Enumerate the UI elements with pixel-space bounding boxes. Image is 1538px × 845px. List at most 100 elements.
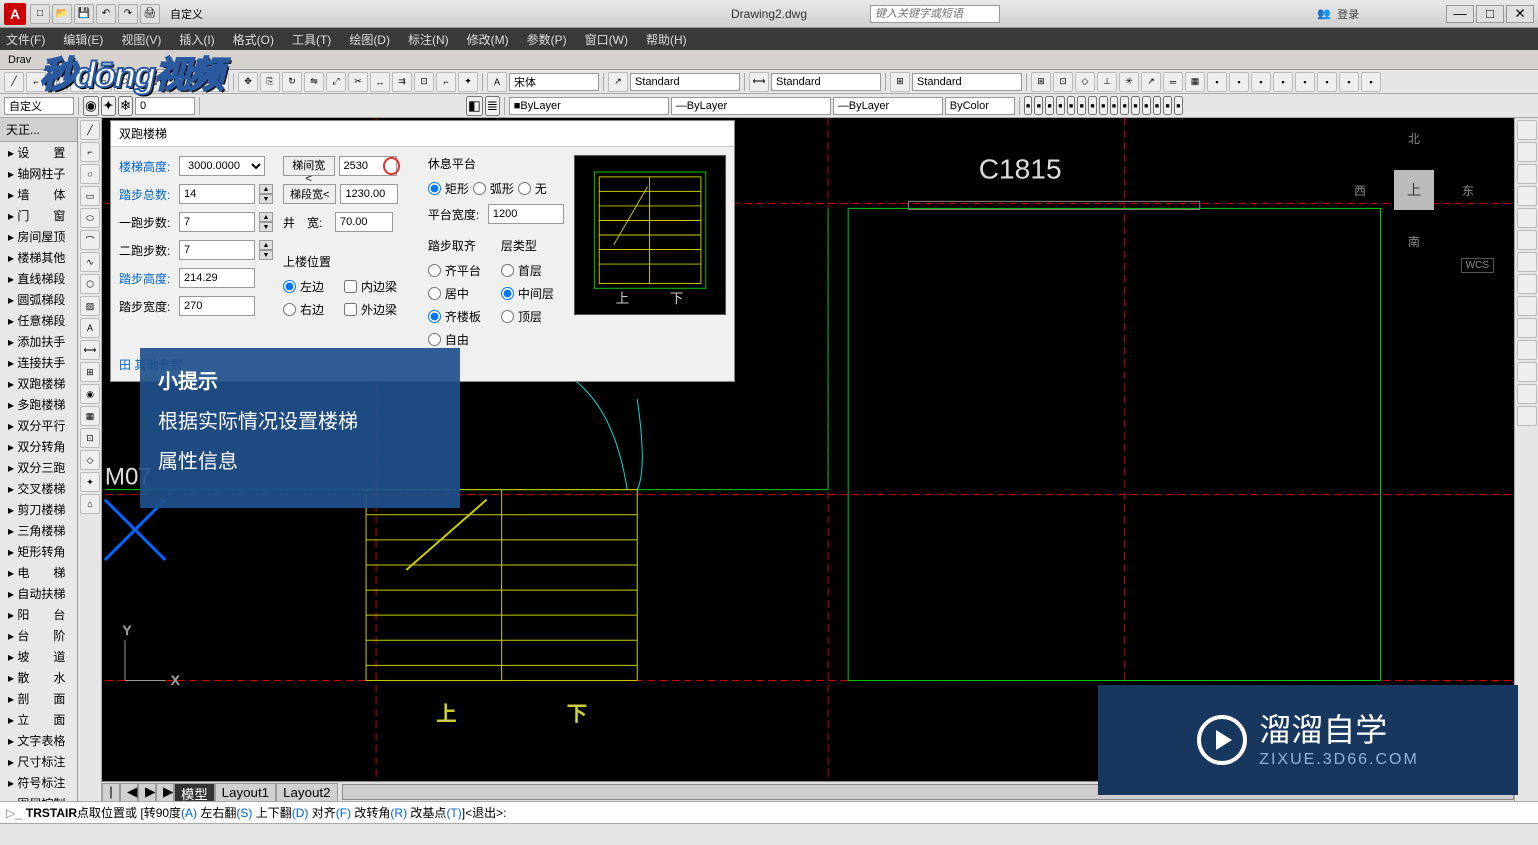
sidebar-item-25[interactable]: ▸ 散 水 [0, 667, 77, 688]
menu-edit[interactable]: 编辑(E) [63, 31, 103, 48]
login-link[interactable]: 登录 [1337, 6, 1359, 22]
tab-layout1[interactable]: Layout1 [215, 783, 276, 801]
tb-extend-icon[interactable]: ↔ [370, 72, 390, 92]
menu-dim[interactable]: 标注(N) [408, 31, 449, 48]
rt-11-icon[interactable] [1517, 340, 1537, 360]
tb-x3-icon[interactable]: ▪ [1251, 72, 1271, 92]
tb-lprop-icon[interactable]: ◧ [466, 96, 483, 116]
plotstyle-combo[interactable]: ByColor [945, 97, 1015, 115]
tb-m12-icon[interactable]: ▪ [1142, 96, 1151, 115]
command-line[interactable]: ▷_ TRSTAIR 点取位置或 [ 转90度(A) 左右翻(S) 上下翻(D)… [0, 801, 1538, 823]
sidebar-item-12[interactable]: ▸ 多跑楼梯 [0, 394, 77, 415]
spin-up-icon[interactable]: ▲ [259, 184, 273, 194]
tb-lw-icon[interactable]: ═ [1163, 72, 1183, 92]
tb-layeroff-icon[interactable]: ❄ [118, 96, 133, 116]
radio-align-pt[interactable] [428, 264, 441, 277]
sidebar-item-13[interactable]: ▸ 双分平行 [0, 415, 77, 436]
rt-14-icon[interactable] [1517, 406, 1537, 426]
input-stair-height[interactable]: 3000.0000 [179, 156, 265, 176]
tb-rotate-icon[interactable]: ↻ [282, 72, 302, 92]
menu-format[interactable]: 格式(O) [233, 31, 274, 48]
tb-track-icon[interactable]: ↗ [1141, 72, 1161, 92]
tb-m7-icon[interactable]: ▪ [1088, 96, 1097, 115]
vt-10-icon[interactable]: A [80, 318, 100, 338]
vt-15-icon[interactable]: ⊡ [80, 428, 100, 448]
input-total-steps[interactable] [179, 184, 255, 204]
tab-nav-prev-icon[interactable]: ◀ [120, 783, 138, 801]
vt-9-icon[interactable]: ▨ [80, 296, 100, 316]
tab-nav-first-icon[interactable]: |◀ [102, 783, 120, 801]
tb-tr-icon[interactable]: ▦ [1185, 72, 1205, 92]
sidebar-item-26[interactable]: ▸ 剖 面 [0, 688, 77, 709]
tablestyle-combo[interactable]: Standard [912, 73, 1022, 91]
input-run-width[interactable] [340, 184, 398, 204]
sidebar-item-11[interactable]: ▸ 双跑楼梯 [0, 373, 77, 394]
tb-x4-icon[interactable]: ▪ [1273, 72, 1293, 92]
cb-inner-beam[interactable] [344, 280, 357, 293]
sidebar-item-17[interactable]: ▸ 剪刀楼梯 [0, 499, 77, 520]
sidebar-item-23[interactable]: ▸ 台 阶 [0, 625, 77, 646]
radio-arc[interactable] [473, 182, 486, 195]
radio-left[interactable] [283, 280, 296, 293]
tb-layeriso-icon[interactable]: ✦ [101, 96, 116, 116]
vt-4-icon[interactable]: ▭ [80, 186, 100, 206]
sidebar-item-28[interactable]: ▸ 文字表格 [0, 730, 77, 751]
rt-7-icon[interactable] [1517, 252, 1537, 272]
custom-combo[interactable]: 自定义 [4, 97, 74, 115]
tb-lmgr-icon[interactable]: ≣ [485, 96, 500, 116]
sidebar-item-16[interactable]: ▸ 交叉楼梯 [0, 478, 77, 499]
tb-m10-icon[interactable]: ▪ [1120, 96, 1129, 115]
tb-style-icon[interactable]: ↗ [608, 72, 628, 92]
maximize-button[interactable]: □ [1476, 5, 1504, 23]
sidebar-item-15[interactable]: ▸ 双分三跑 [0, 457, 77, 478]
input-step-w[interactable] [179, 296, 255, 316]
rt-4-icon[interactable] [1517, 186, 1537, 206]
qat-open-icon[interactable]: 📂 [52, 4, 72, 24]
tb-m5-icon[interactable]: ▪ [1067, 96, 1076, 115]
tb-tablestyle-icon[interactable]: ⊞ [890, 72, 910, 92]
color-combo[interactable]: ■ ByLayer [509, 97, 669, 115]
tb-m9-icon[interactable]: ▪ [1110, 96, 1119, 115]
tb-trim-icon[interactable]: ✂ [348, 72, 368, 92]
tb-m8-icon[interactable]: ▪ [1099, 96, 1108, 115]
sidebar-item-8[interactable]: ▸ 任意梯段 [0, 310, 77, 331]
layer-state-combo[interactable]: 0 [135, 97, 195, 115]
qat-save-icon[interactable]: 💾 [74, 4, 94, 24]
tab-nav-last-icon[interactable]: ▶| [156, 783, 174, 801]
dimstyle-combo[interactable]: Standard [771, 73, 881, 91]
vt-12-icon[interactable]: ⊞ [80, 362, 100, 382]
radio-rect[interactable] [428, 182, 441, 195]
sidebar-item-31[interactable]: ▸ 图层控制 [0, 793, 77, 801]
menu-window[interactable]: 窗口(W) [585, 31, 628, 48]
sidebar-item-9[interactable]: ▸ 添加扶手 [0, 331, 77, 352]
menu-insert[interactable]: 插入(I) [179, 31, 214, 48]
textstyle-combo[interactable]: Standard [630, 73, 740, 91]
tb-m3-icon[interactable]: ▪ [1045, 96, 1054, 115]
sidebar-item-14[interactable]: ▸ 双分转角 [0, 436, 77, 457]
btn-room-width[interactable]: 梯间宽< [283, 156, 335, 176]
sidebar-item-29[interactable]: ▸ 尺寸标注 [0, 751, 77, 772]
tb-move-icon[interactable]: ✥ [238, 72, 258, 92]
tab-model[interactable]: 模型 [174, 783, 215, 801]
vt-5-icon[interactable]: ⬭ [80, 208, 100, 228]
vt-18-icon[interactable]: ⌂ [80, 494, 100, 514]
vt-11-icon[interactable]: ⟷ [80, 340, 100, 360]
menu-param[interactable]: 参数(P) [527, 31, 567, 48]
sidebar-item-2[interactable]: ▸ 墙 体 [0, 184, 77, 205]
viewcube-top[interactable]: 上 [1394, 170, 1434, 210]
sidebar-item-18[interactable]: ▸ 三角楼梯 [0, 520, 77, 541]
tb-scale-icon[interactable]: ⤢ [326, 72, 346, 92]
tb-offset-icon[interactable]: ⇉ [392, 72, 412, 92]
tb-polar-icon[interactable]: ✳ [1119, 72, 1139, 92]
rt-1-icon[interactable] [1517, 120, 1537, 140]
tb-x2-icon[interactable]: ▪ [1229, 72, 1249, 92]
rt-3-icon[interactable] [1517, 164, 1537, 184]
rt-8-icon[interactable] [1517, 274, 1537, 294]
help-search-input[interactable] [870, 5, 1000, 23]
tb-ortho-icon[interactable]: ⊥ [1097, 72, 1117, 92]
sidebar-item-5[interactable]: ▸ 楼梯其他 [0, 247, 77, 268]
qat-new-icon[interactable]: □ [30, 4, 50, 24]
vt-1-icon[interactable]: ╱ [80, 120, 100, 140]
btn-run-width[interactable]: 梯段宽< [283, 184, 336, 204]
vt-13-icon[interactable]: ◉ [80, 384, 100, 404]
